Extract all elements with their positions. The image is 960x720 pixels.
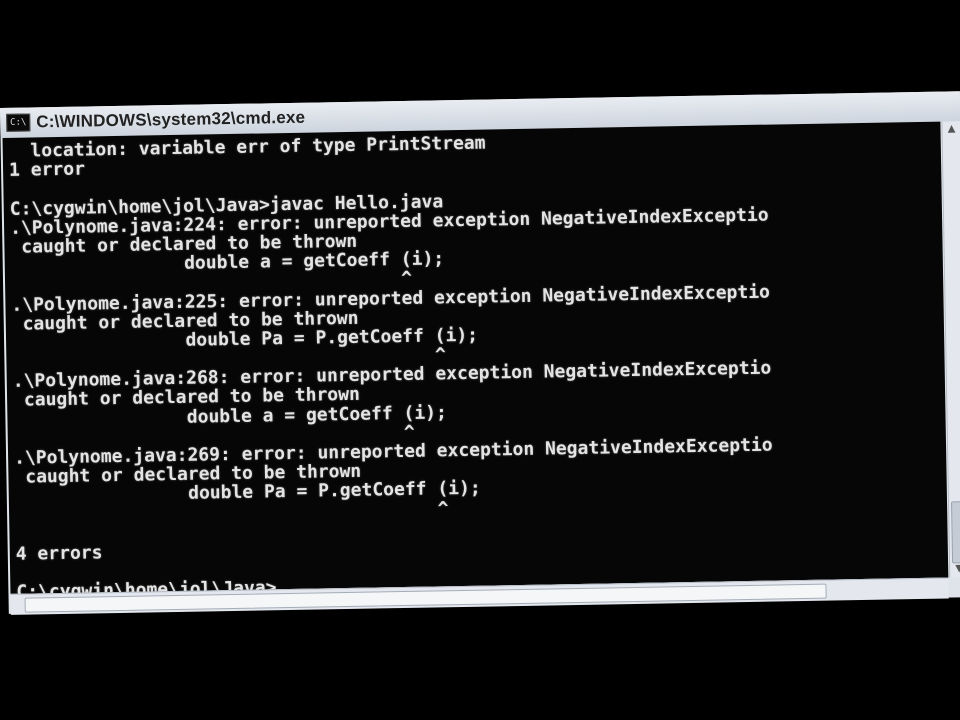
window-title: C:\WINDOWS\system32\cmd.exe: [36, 107, 306, 132]
arrow-up-icon[interactable]: ▲: [945, 123, 957, 135]
cmd-icon[interactable]: C:\: [6, 113, 31, 132]
console-lines: location: variable err of type PrintStre…: [3, 122, 949, 594]
screen: C:\ C:\WINDOWS\system32\cmd.exe location…: [0, 0, 960, 720]
arrow-down-icon[interactable]: ▼: [953, 563, 960, 575]
console-output[interactable]: location: variable err of type PrintStre…: [2, 121, 949, 594]
cmd-window[interactable]: C:\ C:\WINDOWS\system32\cmd.exe location…: [0, 91, 960, 615]
vertical-scroll-thumb[interactable]: [951, 501, 960, 564]
